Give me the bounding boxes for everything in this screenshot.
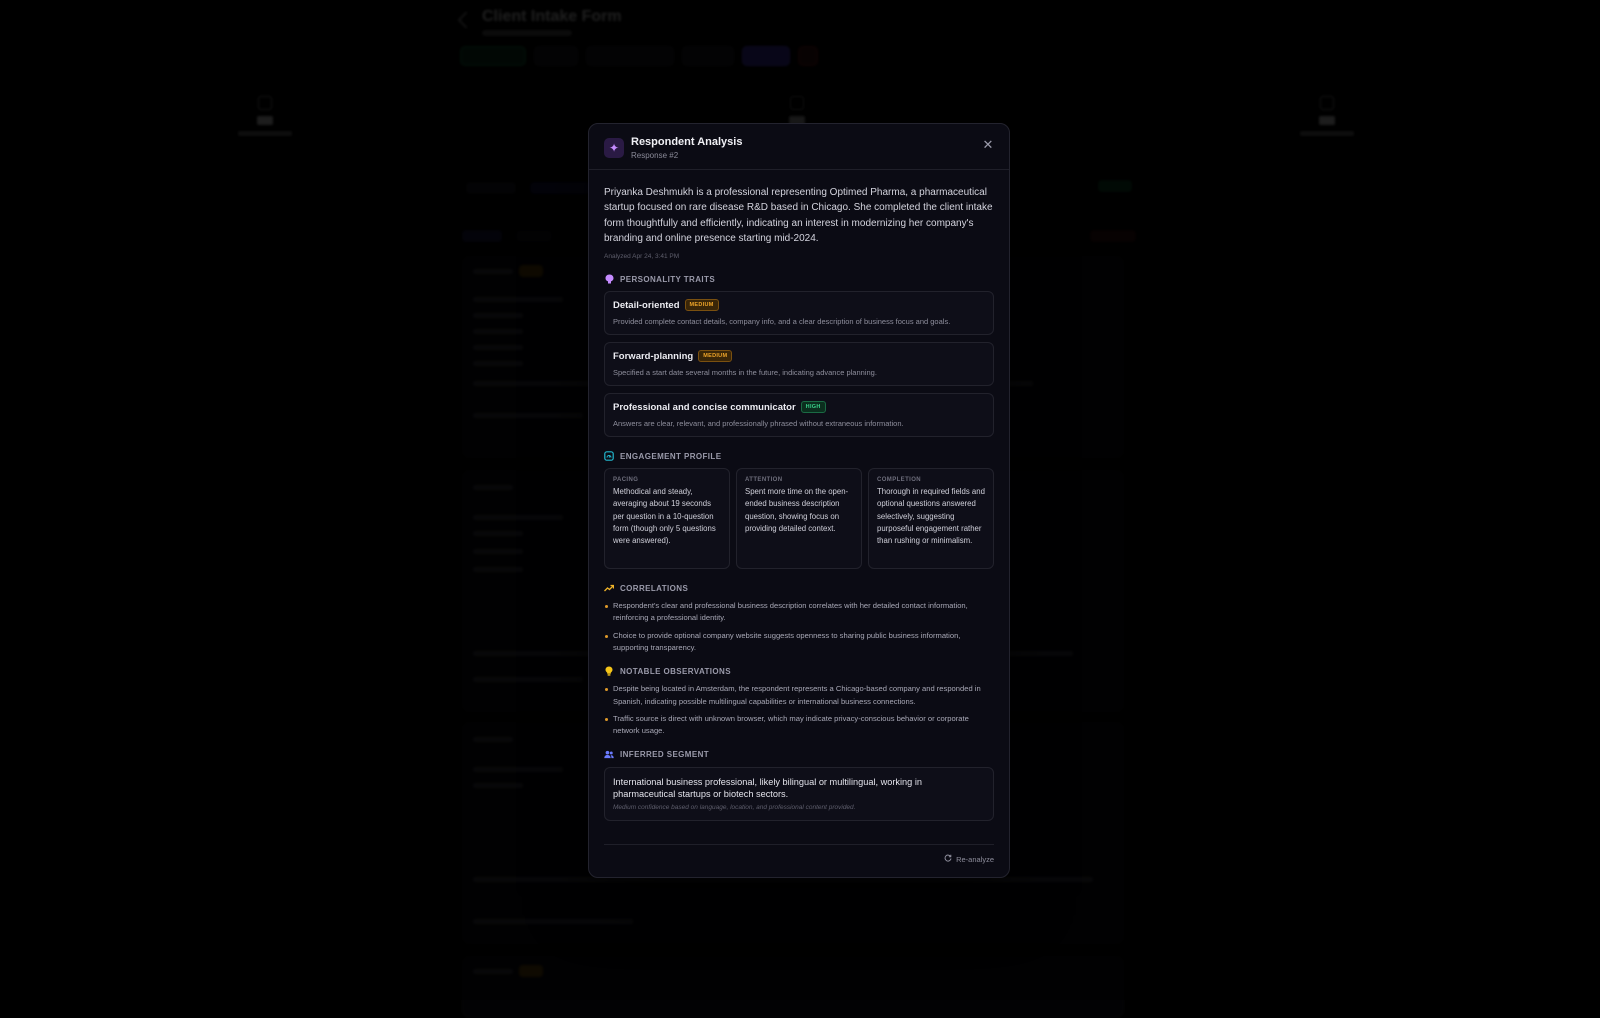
engagement-card-attention: ATTENTION Spent more time on the open-en…: [736, 468, 862, 570]
observations-list: Despite being located in Amsterdam, the …: [604, 683, 994, 737]
engagement-label: COMPLETION: [877, 477, 921, 484]
section-label: INFERRED SEGMENT: [620, 750, 710, 760]
section-label: CORRELATIONS: [620, 583, 689, 593]
segment-confidence-note: Medium confidence based on language, loc…: [613, 803, 856, 811]
lightbulb-icon: [604, 666, 614, 676]
close-icon: ✕: [982, 137, 994, 152]
engagement-label: PACING: [613, 477, 639, 484]
trait-name: Detail-oriented: [613, 299, 680, 311]
sparkles-icon: ✦: [604, 138, 624, 158]
dialog-body: Priyanka Deshmukh is a professional repr…: [589, 170, 1009, 821]
brain-icon: [604, 274, 614, 284]
trait-description: Provided complete contact details, compa…: [613, 317, 951, 327]
refresh-icon: [944, 854, 952, 864]
trait-level-badge: HIGH: [800, 401, 826, 414]
trait-name: Professional and concise communicator: [613, 401, 796, 413]
trait-description: Specified a start date several months in…: [613, 368, 877, 378]
list-item: Despite being located in Amsterdam, the …: [604, 683, 994, 708]
dialog-footer: Re-analyze: [604, 844, 994, 877]
trending-up-icon: [604, 583, 614, 593]
segment-description: International business professional, lik…: [613, 776, 922, 800]
dialog-header: ✦ Respondent Analysis Response #2 ✕: [589, 124, 1009, 170]
trait-card: Detail-oriented MEDIUM Provided complete…: [604, 291, 994, 336]
section-label: ENGAGEMENT PROFILE: [620, 451, 722, 461]
engagement-text: Thorough in required fields and optional…: [877, 487, 985, 546]
dialog-subtitle: Response #2: [631, 151, 679, 160]
traits-list: Detail-oriented MEDIUM Provided complete…: [604, 291, 994, 438]
list-item: Traffic source is direct with unknown br…: [604, 713, 994, 738]
engagement-text: Spent more time on the open-ended busine…: [745, 487, 849, 534]
close-button[interactable]: ✕: [979, 136, 997, 154]
section-label: PERSONALITY TRAITS: [620, 274, 716, 284]
list-item: Respondent's clear and professional busi…: [604, 600, 994, 625]
engagement-text: Methodical and steady, averaging about 1…: [613, 487, 716, 546]
trait-level-badge: MEDIUM: [684, 299, 719, 312]
list-item: Choice to provide optional company websi…: [604, 630, 994, 655]
trait-card: Professional and concise communicator HI…: [604, 393, 994, 438]
respondent-analysis-dialog: ✦ Respondent Analysis Response #2 ✕ Priy…: [588, 123, 1010, 878]
analyzed-timestamp: Analyzed Apr 24, 3:41 PM: [604, 253, 680, 261]
gauge-icon: [604, 451, 614, 461]
reanalyze-label: Re-analyze: [956, 854, 994, 864]
trait-name: Forward-planning: [613, 350, 694, 362]
trait-card: Forward-planning MEDIUM Specified a star…: [604, 342, 994, 387]
trait-description: Answers are clear, relevant, and profess…: [613, 419, 904, 429]
notable-observations-heading: NOTABLE OBSERVATIONS: [604, 666, 994, 676]
section-label: NOTABLE OBSERVATIONS: [620, 666, 731, 676]
segment-card: International business professional, lik…: [604, 766, 994, 821]
engagement-label: ATTENTION: [745, 477, 783, 484]
personality-traits-heading: PERSONALITY TRAITS: [604, 274, 994, 284]
respondent-summary: Priyanka Deshmukh is a professional repr…: [604, 187, 993, 244]
trait-level-badge: MEDIUM: [698, 350, 733, 363]
correlations-list: Respondent's clear and professional busi…: [604, 600, 994, 654]
dialog-title: Respondent Analysis: [631, 136, 743, 148]
reanalyze-button[interactable]: Re-analyze: [944, 854, 994, 864]
engagement-card-pacing: PACING Methodical and steady, averaging …: [604, 468, 730, 570]
engagement-card-completion: COMPLETION Thorough in required fields a…: [868, 468, 994, 570]
correlations-heading: CORRELATIONS: [604, 583, 994, 593]
users-icon: [604, 750, 614, 760]
engagement-profile-heading: ENGAGEMENT PROFILE: [604, 451, 994, 461]
engagement-grid: PACING Methodical and steady, averaging …: [604, 468, 994, 570]
inferred-segment-heading: INFERRED SEGMENT: [604, 750, 994, 760]
